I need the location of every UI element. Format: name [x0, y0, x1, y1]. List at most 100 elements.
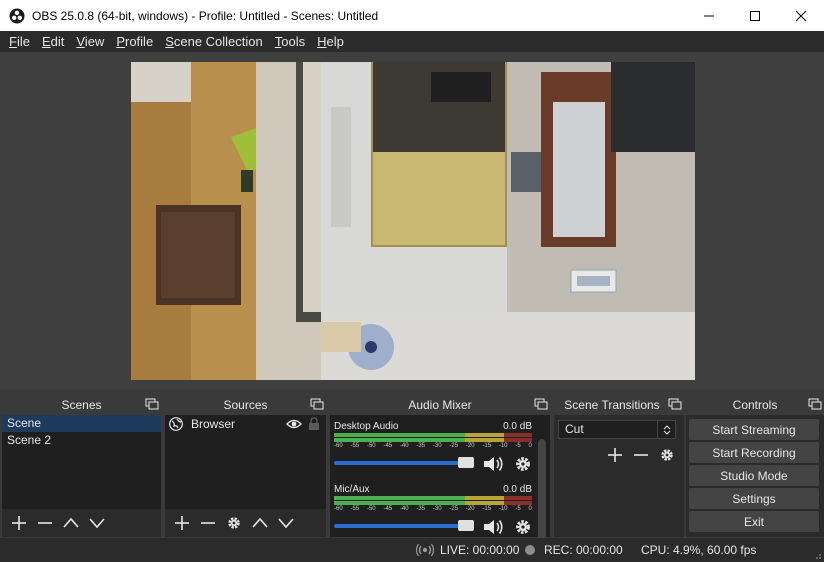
- minimize-icon: [704, 15, 714, 16]
- level-meter: [334, 438, 532, 442]
- close-icon: [795, 10, 807, 21]
- mixer-channel-desktop-audio: Desktop Audio 0.0 dB -60 -55 -50 -45 -40 -35-…: [334, 421, 534, 473]
- chevron-down-icon: [663, 430, 670, 435]
- move-source-down-button[interactable]: [273, 511, 299, 535]
- undock-icon[interactable]: [808, 398, 822, 410]
- menu-bar: File Edit View Profile Scene Collection …: [0, 31, 824, 52]
- scenes-list[interactable]: Scene Scene 2: [2, 415, 161, 537]
- studio-mode-button[interactable]: Studio Mode: [689, 465, 819, 486]
- meter-ticks: -60 -55 -50 -45 -40 -35 -30 -25 -20 -15 -10 -5 0: [334, 443, 532, 449]
- sources-dock-title: Sources: [223, 397, 268, 412]
- speaker-icon[interactable]: [482, 455, 504, 473]
- sources-dock: Sources Browser: [165, 394, 326, 537]
- chevron-down-icon: [89, 518, 105, 529]
- scene-item-scene[interactable]: Scene: [2, 415, 161, 432]
- undock-icon[interactable]: [145, 398, 159, 410]
- chevron-up-icon: [252, 517, 268, 528]
- menu-tools[interactable]: Tools: [269, 34, 311, 49]
- sources-dock-header: Sources: [165, 394, 326, 415]
- move-scene-up-button[interactable]: [58, 511, 84, 535]
- add-scene-button[interactable]: [6, 511, 32, 535]
- menu-scene-collection[interactable]: Scene Collection: [159, 34, 269, 49]
- add-source-button[interactable]: [169, 511, 195, 535]
- level-meter: [334, 501, 532, 505]
- source-name: Browser: [191, 416, 236, 431]
- channel-db: 0.0 dB: [503, 484, 532, 495]
- lock-icon[interactable]: [306, 416, 322, 431]
- controls-body: Start Streaming Start Recording Studio M…: [686, 415, 824, 537]
- mixer-channel-mic-aux: Mic/Aux 0.0 dB -60 -55 -50 -45 -40 -35 -30 -25-…: [334, 484, 534, 536]
- volume-slider[interactable]: [334, 461, 474, 465]
- move-scene-down-button[interactable]: [84, 511, 110, 535]
- gear-icon[interactable]: [514, 455, 532, 473]
- window-title: OBS 25.0.8 (64-bit, windows) - Profile: …: [32, 8, 379, 23]
- broadcast-icon: [416, 543, 434, 557]
- minus-icon: [38, 522, 52, 524]
- scene-transitions-body: Cut: [554, 415, 684, 537]
- globe-icon: [169, 416, 183, 431]
- status-bar: LIVE: 00:00:00 REC: 00:00:00 CPU: 4.9%, …: [0, 538, 824, 562]
- menu-edit[interactable]: Edit: [36, 34, 70, 49]
- menu-profile[interactable]: Profile: [110, 34, 159, 49]
- level-meter: [334, 496, 532, 500]
- scenes-dock: Scenes Scene Scene 2: [2, 394, 161, 537]
- resize-grip-icon[interactable]: [812, 550, 822, 560]
- close-button[interactable]: [778, 0, 824, 31]
- transition-select-spinner[interactable]: [657, 421, 675, 438]
- scenes-dock-header: Scenes: [2, 394, 161, 415]
- mixer-scrollbar[interactable]: [538, 439, 546, 547]
- minus-icon: [201, 522, 215, 524]
- meter-ticks: -60 -55 -50 -45 -40 -35 -30 -25 -20 -15 -10 -5 0: [334, 506, 532, 512]
- move-source-up-button[interactable]: [247, 511, 273, 535]
- program-preview[interactable]: [131, 62, 695, 380]
- sources-list[interactable]: Browser: [165, 415, 326, 537]
- rec-timer: REC: 00:00:00: [544, 543, 623, 557]
- controls-dock-title: Controls: [732, 397, 778, 412]
- gear-icon[interactable]: [514, 518, 532, 536]
- maximize-button[interactable]: [732, 0, 778, 31]
- minus-icon: [634, 454, 648, 456]
- maximize-icon: [750, 10, 760, 21]
- transition-properties-button[interactable]: [654, 443, 680, 467]
- chevron-down-icon: [278, 518, 294, 529]
- menu-view[interactable]: View: [70, 34, 110, 49]
- add-transition-button[interactable]: [602, 443, 628, 467]
- chevron-up-icon: [63, 517, 79, 528]
- plus-icon: [175, 516, 189, 530]
- speaker-icon[interactable]: [482, 518, 504, 536]
- settings-button[interactable]: Settings: [689, 488, 819, 509]
- exit-button[interactable]: Exit: [689, 511, 819, 532]
- title-bar: OBS 25.0.8 (64-bit, windows) - Profile: …: [0, 0, 824, 31]
- controls-dock-header: Controls: [686, 394, 824, 415]
- source-properties-button[interactable]: [221, 511, 247, 535]
- menu-file[interactable]: File: [3, 34, 36, 49]
- scene-item-scene-2[interactable]: Scene 2: [2, 432, 161, 449]
- cpu-usage: CPU: 4.9%, 60.00 fps: [641, 543, 757, 557]
- gear-icon: [661, 449, 673, 461]
- undock-icon[interactable]: [310, 398, 324, 410]
- audio-mixer-body: Desktop Audio 0.0 dB -60 -55 -50 -45 -40 -35-…: [330, 415, 550, 547]
- plus-icon: [12, 516, 26, 530]
- start-streaming-button[interactable]: Start Streaming: [689, 419, 819, 440]
- channel-name: Desktop Audio: [334, 421, 399, 432]
- start-recording-button[interactable]: Start Recording: [689, 442, 819, 463]
- undock-icon[interactable]: [668, 398, 682, 410]
- plus-icon: [608, 448, 622, 462]
- audio-mixer-dock-header: Audio Mixer: [330, 394, 550, 415]
- scene-transitions-dock: Scene Transitions Cut: [554, 394, 684, 537]
- remove-scene-button[interactable]: [32, 511, 58, 535]
- undock-icon[interactable]: [534, 398, 548, 410]
- camera-feed-image: [131, 62, 695, 380]
- minimize-button[interactable]: [686, 0, 732, 31]
- volume-slider-handle[interactable]: [458, 457, 474, 468]
- menu-help[interactable]: Help: [311, 34, 350, 49]
- remove-transition-button[interactable]: [628, 443, 654, 467]
- transition-select[interactable]: Cut: [558, 420, 676, 439]
- volume-slider-handle[interactable]: [458, 520, 474, 531]
- audio-mixer-dock: Audio Mixer Desktop Audio 0.0 dB -60 -55-…: [330, 394, 550, 547]
- source-item-browser[interactable]: Browser: [165, 415, 326, 432]
- scenes-toolbar: [2, 509, 161, 537]
- volume-slider[interactable]: [334, 524, 474, 528]
- eye-icon[interactable]: [286, 417, 302, 431]
- remove-source-button[interactable]: [195, 511, 221, 535]
